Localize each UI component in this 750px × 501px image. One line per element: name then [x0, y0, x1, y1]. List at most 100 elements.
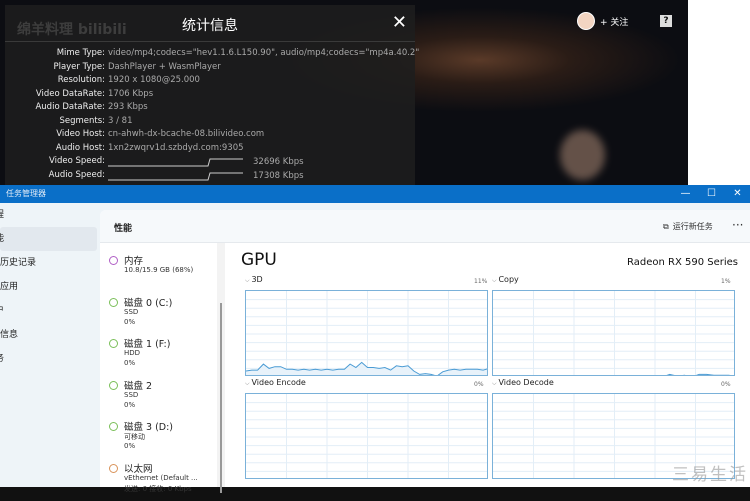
stats-value: cn-ahwh-dx-bcache-08.bilivideo.com [108, 129, 265, 139]
chart-title[interactable]: ⌵ 3D [245, 275, 263, 285]
task-manager-window: 任务管理器 — ☐ ✕ 程能用历史记录动应用户细信息务 性能 ⧉运行新任务 ··… [0, 185, 750, 493]
divider [5, 41, 415, 42]
site-watermark: 三易生活 [672, 465, 748, 485]
stats-value: 1xn2zwqrv1d.szbdyd.com:9305 [108, 142, 244, 153]
sidebar-item[interactable]: 能 [0, 227, 97, 251]
stats-value: 293 Kbps [108, 102, 148, 112]
resource-usage: 0% [124, 400, 136, 409]
status-circle-icon [109, 297, 118, 307]
status-circle-icon [109, 339, 118, 348]
status-circle-icon [109, 256, 118, 265]
minimize-button[interactable]: — [673, 185, 698, 203]
chart-title-text: Copy [498, 275, 519, 284]
run-new-task-button[interactable]: ⧉ 运行新任务 [663, 221, 713, 232]
resource-detail: 10.8/15.9 GB (68%) [124, 266, 194, 274]
resource-detail: 可移动 [124, 433, 145, 441]
resource-name: 内存 [124, 256, 144, 267]
stats-row: Segments: 3 / 81 [5, 115, 415, 128]
maximize-button[interactable]: ☐ [699, 185, 724, 203]
help-icon[interactable]: ? [660, 15, 672, 27]
chart-title-text: Video Decode [498, 378, 554, 387]
stats-value: DashPlayer + WasmPlayer [108, 61, 221, 72]
stats-title: 统计信息 [182, 18, 238, 34]
resource-usage: 0% [124, 359, 136, 367]
stats-value: video/mp4;codecs="hev1.1.6.L150.90", aud… [108, 48, 420, 58]
stats-value: 1706 Kbps [108, 88, 154, 99]
stats-row: Video DataRate: 1706 Kbps [5, 88, 415, 101]
speed-graph: 32696 Kbps [108, 157, 304, 167]
status-circle-icon [109, 380, 118, 390]
sidebar-item[interactable]: 用历史记录 [0, 251, 100, 275]
performance-panel: 性能 ⧉ 运行新任务 ··· 内存 10.8/15.9 GB (68%) 磁盘 0… [100, 210, 750, 493]
sidebar-item[interactable]: 动应用 [0, 275, 100, 299]
stats-row: Resolution: 1920 x 1080@25.000 [5, 74, 415, 87]
stats-key: Segments: [59, 115, 105, 126]
follow-button[interactable]: + 关注 [577, 12, 628, 30]
chart-value: 0% [721, 381, 731, 388]
resource-item[interactable]: 内存 10.8/15.9 GB (68%) [100, 253, 218, 293]
status-circle-icon [109, 463, 118, 473]
more-options-button[interactable]: ··· [732, 218, 743, 232]
speed-value: 32696 Kbps [253, 157, 304, 167]
run-task-label: 运行新任务 [672, 222, 713, 231]
sidebar-item[interactable]: 程 [0, 203, 100, 227]
resource-name: 磁盘 1 (F:) [124, 339, 171, 350]
resource-item[interactable]: 磁盘 1 (F:) HDD 0% [100, 336, 218, 376]
resource-name: 磁盘 0 (C:) [124, 297, 173, 309]
stats-value: 1920 x 1080@25.000 [108, 75, 200, 85]
stats-key: Audio Speed: [48, 169, 105, 180]
chart-title[interactable]: ⌵ Video Decode [492, 378, 554, 388]
stats-row: Player Type: DashPlayer + WasmPlayer [5, 61, 415, 74]
stats-row: Video Speed: 32696 Kbps [5, 155, 415, 168]
gpu-model: Radeon RX 590 Series [627, 257, 738, 268]
stats-key: Video Host: [56, 129, 105, 139]
page-title: 性能 [114, 224, 133, 234]
resource-item[interactable]: 磁盘 3 (D:) 可移动 0% [100, 419, 218, 459]
speed-graph: 17308 Kbps [108, 171, 304, 181]
avatar [577, 12, 595, 30]
close-icon[interactable]: ✕ [392, 12, 407, 33]
sidebar-item[interactable]: 细信息 [0, 323, 100, 347]
window-title: 任务管理器 [6, 189, 46, 198]
gpu-title: GPU [241, 250, 277, 270]
resource-list: 内存 10.8/15.9 GB (68%) 磁盘 0 (C:) SSD 0% 磁… [100, 243, 225, 493]
chart-value: 1% [721, 278, 731, 285]
chart-title[interactable]: ⌵ Copy [492, 275, 519, 285]
stats-row: Audio Host: 1xn2zwqrv1d.szbdyd.com:9305 [5, 142, 415, 155]
sidebar-item[interactable]: 户 [0, 299, 100, 323]
chart-value: 11% [474, 278, 488, 285]
resource-name: 磁盘 2 [124, 380, 153, 392]
stats-key: Resolution: [57, 75, 105, 85]
follow-label: + 关注 [600, 17, 629, 28]
resource-item[interactable]: 以太网 vEthernet (Default ... 发送: 0 接收: 0 K… [100, 461, 218, 501]
page-background [688, 0, 750, 185]
resource-usage: 0% [124, 442, 136, 450]
resource-usage: 0% [124, 317, 136, 326]
resource-item[interactable]: 磁盘 0 (C:) SSD 0% [100, 295, 218, 335]
scrollbar-thumb[interactable] [220, 303, 222, 493]
resource-detail: HDD [124, 349, 141, 357]
stats-key: Video DataRate: [35, 88, 105, 99]
chart-title[interactable]: ⌵ Video Encode [245, 378, 306, 388]
stats-key: Audio Host: [55, 142, 105, 153]
stats-key: Player Type: [53, 61, 105, 72]
sidebar-nav: 程能用历史记录动应用户细信息务 [0, 203, 100, 371]
chart-title-text: 3D [251, 275, 263, 284]
stats-key: Audio DataRate: [35, 102, 105, 112]
title-bar[interactable]: 任务管理器 — ☐ ✕ [0, 185, 750, 203]
usage-chart [245, 393, 488, 479]
resource-item[interactable]: 磁盘 2 SSD 0% [100, 378, 218, 418]
resource-name: 磁盘 3 (D:) [124, 422, 174, 433]
speed-value: 17308 Kbps [253, 170, 304, 181]
stats-row: Mime Type: video/mp4;codecs="hev1.1.6.L15… [5, 47, 420, 60]
resource-detail: SSD [124, 307, 139, 316]
usage-chart [245, 290, 488, 376]
sidebar-item[interactable]: 务 [0, 347, 100, 371]
chart-value: 0% [474, 381, 484, 388]
stats-row: Audio Speed: 17308 Kbps [5, 169, 415, 182]
close-button[interactable]: ✕ [725, 185, 750, 203]
status-circle-icon [109, 422, 118, 431]
panel-header: 性能 ⧉ 运行新任务 ··· [100, 210, 750, 243]
stats-panel: 绵羊料理 bilibili 统计信息 ✕ Mime Type: video/mp4… [5, 5, 420, 185]
usage-chart [492, 290, 735, 376]
